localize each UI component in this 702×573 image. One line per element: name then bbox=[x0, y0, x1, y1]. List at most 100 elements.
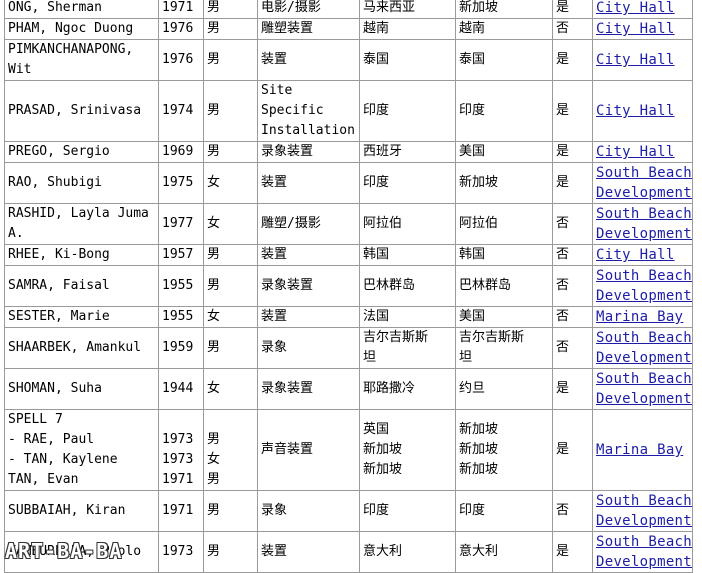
cell-text: 是 bbox=[556, 0, 570, 15]
residence-cell: 美国 bbox=[455, 141, 553, 163]
medium-cell: 装置 bbox=[257, 306, 360, 328]
venue-link[interactable]: Development bbox=[596, 511, 692, 531]
venue-cell: South Beach Development bbox=[592, 531, 693, 573]
gender-cell: 男 bbox=[203, 18, 258, 40]
cell-text: 泰国 bbox=[459, 52, 486, 67]
flag-cell: 否 bbox=[552, 203, 593, 245]
birth-year-cell: 1974 bbox=[158, 80, 204, 142]
cell-text: 新加坡 bbox=[459, 462, 499, 477]
venue-link[interactable]: City Hall bbox=[596, 20, 692, 39]
venue-link[interactable]: Development bbox=[596, 348, 692, 368]
cell-text: 否 bbox=[556, 216, 570, 231]
flag-cell: 否 bbox=[552, 18, 593, 40]
cell-text: Site Specific Installation bbox=[261, 83, 355, 138]
venue-link[interactable]: South Beach bbox=[596, 533, 692, 553]
table-row: RHEE, Ki-Bong 1957 男 装置 韩国 韩国 否 City Hall bbox=[4, 244, 693, 266]
cell-text: Wit bbox=[8, 62, 32, 77]
cell-text: 新加坡 bbox=[459, 422, 499, 437]
cell-text: 男 bbox=[207, 503, 221, 518]
venue-link[interactable]: South Beach bbox=[596, 329, 692, 349]
venue-cell: Marina Bay bbox=[592, 409, 693, 491]
cell-text: 录象装置 bbox=[261, 144, 314, 159]
medium-cell: 电影/摄影 bbox=[257, 0, 360, 19]
cell-text: 否 bbox=[556, 278, 570, 293]
residence-cell: 越南 bbox=[455, 18, 553, 40]
cell-text: 巴林群岛 bbox=[363, 278, 416, 293]
venue-link[interactable]: Marina Bay bbox=[596, 440, 692, 460]
venue-cell: Marina Bay bbox=[592, 306, 693, 328]
venue-link[interactable]: Development bbox=[596, 552, 692, 572]
artist-name-cell: SUBBAIAH, Kiran bbox=[4, 490, 159, 532]
cell-text: 女 bbox=[207, 309, 221, 324]
cell-text: 越南 bbox=[459, 21, 486, 36]
cell-text: 1971 bbox=[162, 0, 194, 15]
cell-text: 韩国 bbox=[459, 247, 486, 262]
gender-cell: 女 bbox=[203, 368, 258, 410]
venue-link[interactable]: Development bbox=[596, 183, 692, 203]
cell-text: 雕塑装置 bbox=[261, 21, 314, 36]
cell-text: 1974 bbox=[162, 103, 194, 118]
venue-link[interactable]: South Beach bbox=[596, 370, 692, 390]
cell-text bbox=[207, 411, 257, 431]
cell-text: SHAARBEK, Amankul bbox=[8, 340, 142, 355]
cell-text: 印度 bbox=[459, 503, 486, 518]
cell-text: 新加坡 bbox=[459, 175, 499, 190]
birth-year-cell: 1955 bbox=[158, 265, 204, 307]
cell-text: 电影/摄影 bbox=[261, 0, 321, 15]
cell-text: SESTER, Marie bbox=[8, 309, 110, 324]
cell-text: 1944 bbox=[162, 381, 194, 396]
nationality-cell: 英国 新加坡 新加坡 bbox=[359, 409, 456, 491]
cell-text: 装置 bbox=[261, 52, 288, 67]
venue-link[interactable]: Marina Bay bbox=[596, 308, 692, 327]
cell-text: SPELL 7 bbox=[8, 412, 63, 427]
cell-text: 吉尔吉斯斯 bbox=[363, 330, 429, 345]
cell-text: 1977 bbox=[162, 216, 194, 231]
nationality-cell: 西班牙 bbox=[359, 141, 456, 163]
cell-text: 是 bbox=[556, 175, 570, 190]
cell-text: 男 bbox=[207, 247, 221, 262]
cell-text: 印度 bbox=[363, 175, 390, 190]
nationality-cell: 法国 bbox=[359, 306, 456, 328]
cell-text: SUBBAIAH, Kiran bbox=[8, 503, 126, 518]
cell-text: 女 bbox=[207, 452, 221, 467]
cell-text: 泰国 bbox=[363, 52, 390, 67]
residence-cell: 美国 bbox=[455, 306, 553, 328]
flag-cell: 是 bbox=[552, 531, 593, 573]
venue-link[interactable]: Development bbox=[596, 389, 692, 409]
venue-link[interactable]: South Beach bbox=[596, 164, 692, 184]
cell-text: 1971 bbox=[162, 503, 194, 518]
cell-text: PHAM, Ngoc Duong bbox=[8, 21, 134, 36]
venue-link[interactable]: City Hall bbox=[596, 143, 692, 162]
venue-link[interactable]: City Hall bbox=[596, 50, 692, 70]
cell-text: RHEE, Ki-Bong bbox=[8, 247, 110, 262]
cell-text: 新加坡 bbox=[363, 442, 403, 457]
venue-link[interactable]: Development bbox=[596, 224, 692, 244]
venue-link[interactable]: South Beach bbox=[596, 267, 692, 287]
cell-text: 男 bbox=[207, 21, 221, 36]
venue-link[interactable]: City Hall bbox=[596, 101, 692, 121]
venue-cell: City Hall bbox=[592, 39, 693, 81]
medium-cell: 声音装置 bbox=[257, 409, 360, 491]
gender-cell: 男 bbox=[203, 327, 258, 369]
gender-cell: 女 bbox=[203, 203, 258, 245]
medium-cell: Site Specific Installation bbox=[257, 80, 360, 142]
nationality-cell: 耶路撒冷 bbox=[359, 368, 456, 410]
venue-link[interactable]: Development bbox=[596, 286, 692, 306]
cell-text: 1973 bbox=[162, 452, 194, 467]
medium-cell: 录象装置 bbox=[257, 265, 360, 307]
birth-year-cell: 1977 bbox=[158, 203, 204, 245]
artist-table-body: ONG, Sherman 1971 男电影/摄影 马来西亚 新加坡是 City Hall P… bbox=[4, 0, 693, 573]
table-row: ONG, Sherman 1971 男 电影/摄影 马来西亚 新加坡 是 City Hall bbox=[4, 0, 693, 19]
table-row: SHOMAN, Suha 1944 女 录象装置 耶路撒冷 约旦 是 South Beach D… bbox=[4, 368, 693, 410]
medium-cell: 录象装置 bbox=[257, 141, 360, 163]
cell-text: 是 bbox=[556, 144, 570, 159]
cell-text: 录象装置 bbox=[261, 381, 314, 396]
cell-text: A. bbox=[8, 226, 24, 241]
medium-cell: 装置 bbox=[257, 244, 360, 266]
venue-link[interactable]: City Hall bbox=[596, 246, 692, 265]
venue-link[interactable]: South Beach bbox=[596, 205, 692, 225]
cell-text: PRASAD, Srinivasa bbox=[8, 103, 142, 118]
venue-link[interactable]: South Beach bbox=[596, 492, 692, 512]
venue-link[interactable]: City Hall bbox=[596, 0, 692, 18]
nationality-cell: 越南 bbox=[359, 18, 456, 40]
